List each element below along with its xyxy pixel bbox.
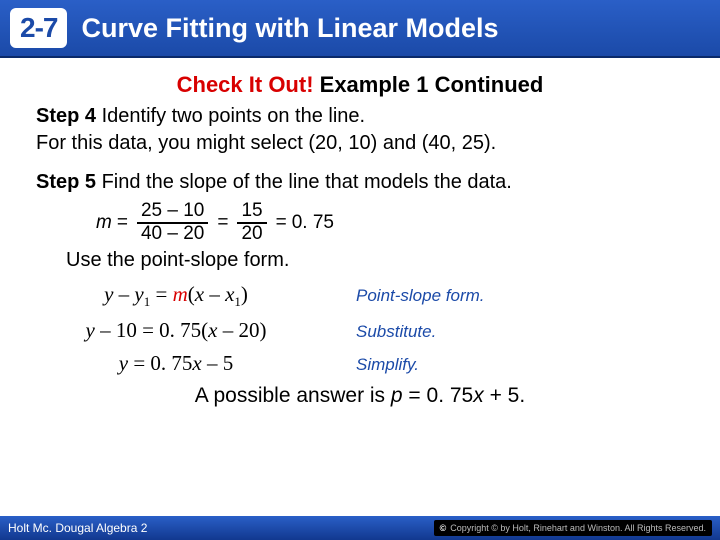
slide-footer: Holt Mc. Dougal Algebra 2 © Copyright © … — [0, 516, 720, 540]
equation-row-3: y = 0. 75x – 5 Simplify. — [36, 351, 684, 376]
equation-2-right: Substitute. — [316, 322, 436, 342]
book-title: Holt Mc. Dougal Algebra 2 — [8, 521, 147, 535]
check-it-out-label: Check It Out! — [177, 72, 314, 97]
step-5-text: Find the slope of the line that models t… — [96, 171, 512, 193]
fraction-2: 15 20 — [237, 201, 266, 245]
fraction-1: 25 – 10 40 – 20 — [137, 201, 208, 245]
step-4-line-2: For this data, you might select (20, 10)… — [36, 131, 684, 156]
slide-header: 2-7 Curve Fitting with Linear Models — [0, 0, 720, 58]
numerator-1: 25 – 10 — [137, 201, 208, 224]
step-4-label: Step 4 — [36, 105, 96, 127]
slide-content: Check It Out! Example 1 Continued Step 4… — [0, 58, 720, 408]
equation-1-right: Point-slope form. — [316, 286, 485, 306]
equals-3: = — [276, 212, 287, 234]
denominator-1: 40 – 20 — [137, 224, 208, 245]
equals-1: = — [117, 212, 128, 234]
equation-3-left: y = 0. 75x – 5 — [36, 351, 316, 376]
slope-result: 0. 75 — [292, 212, 334, 234]
slide-title: Curve Fitting with Linear Models — [81, 13, 498, 44]
step-4-line-1: Step 4 Identify two points on the line. — [36, 104, 684, 129]
equals-2: = — [217, 212, 228, 234]
final-answer-pre: A possible answer is — [195, 384, 391, 407]
copyright-badge: © Copyright © by Holt, Rinehart and Wins… — [434, 520, 712, 536]
denominator-2: 20 — [237, 224, 266, 245]
numerator-2: 15 — [237, 201, 266, 224]
example-continued-label: Example 1 Continued — [314, 72, 544, 97]
slope-calculation: m = 25 – 10 40 – 20 = 15 20 = 0. 75 — [96, 201, 684, 245]
step-4-text-1: Identify two points on the line. — [96, 105, 365, 127]
copyright-text: Copyright © by Holt, Rinehart and Winsto… — [450, 523, 706, 533]
copyright-icon: © — [440, 523, 447, 533]
equation-row-2: y – 10 = 0. 75(x – 20) Substitute. — [36, 318, 684, 343]
step-5-label: Step 5 — [36, 171, 96, 193]
equation-1-left: y – y1 = m(x – x1) — [36, 282, 316, 310]
m-variable: m — [96, 212, 112, 234]
equation-3-right: Simplify. — [316, 355, 419, 375]
equation-2-left: y – 10 = 0. 75(x – 20) — [36, 318, 316, 343]
use-point-slope-text: Use the point-slope form. — [66, 249, 684, 272]
step-5-line: Step 5 Find the slope of the line that m… — [36, 170, 684, 195]
example-subtitle: Check It Out! Example 1 Continued — [36, 72, 684, 98]
section-number-badge: 2-7 — [10, 8, 67, 48]
equation-block: y – y1 = m(x – x1) Point-slope form. y –… — [36, 282, 684, 376]
equation-row-1: y – y1 = m(x – x1) Point-slope form. — [36, 282, 684, 310]
final-answer: A possible answer is p = 0. 75x + 5. — [36, 384, 684, 408]
